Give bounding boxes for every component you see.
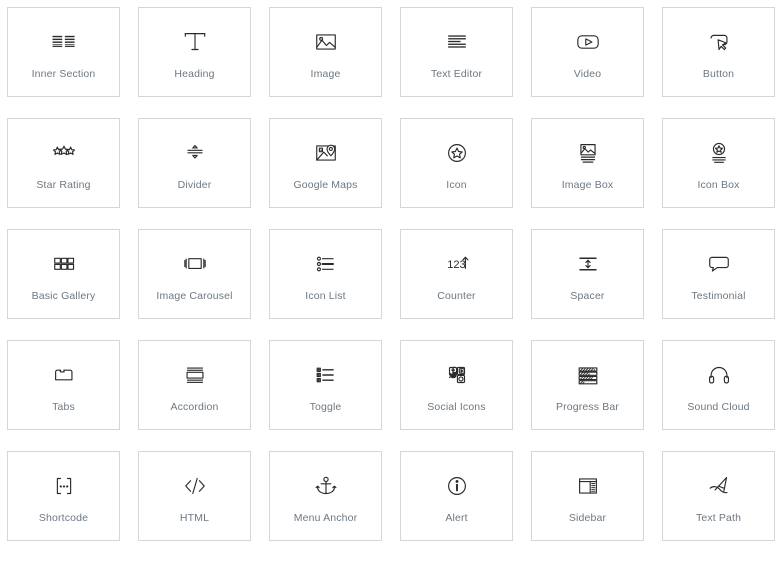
- speech-bubble-icon: [702, 247, 736, 281]
- anchor-icon: [309, 469, 343, 503]
- svg-text:123: 123: [447, 258, 465, 270]
- grid-squares-icon: [47, 247, 81, 281]
- widget-label: Inner Section: [31, 67, 96, 80]
- widget-card-divider[interactable]: Divider: [138, 118, 251, 208]
- widget-card-heading[interactable]: Heading: [138, 7, 251, 97]
- widget-label: Image Box: [561, 178, 614, 191]
- widget-label: Star Rating: [36, 178, 91, 191]
- headphones-icon: [702, 358, 736, 392]
- info-circle-icon: [440, 469, 474, 503]
- button-cursor-icon: [702, 25, 736, 59]
- widget-card-accordion[interactable]: Accordion: [138, 340, 251, 430]
- widget-card-button[interactable]: Button: [662, 7, 775, 97]
- widget-card-image-box[interactable]: Image Box: [531, 118, 644, 208]
- widget-card-html[interactable]: HTML: [138, 451, 251, 541]
- widget-label: Basic Gallery: [31, 289, 96, 302]
- widget-card-icon-box[interactable]: Icon Box: [662, 118, 775, 208]
- widget-card-progress-bar[interactable]: Progress Bar: [531, 340, 644, 430]
- widget-label: Progress Bar: [555, 400, 620, 413]
- social-networks-icon: [440, 358, 474, 392]
- widget-label: Icon: [446, 178, 467, 191]
- widget-label: Sidebar: [568, 511, 607, 524]
- widget-label: Testimonial: [691, 289, 746, 302]
- widget-label: Accordion: [170, 400, 219, 413]
- widget-card-tabs[interactable]: Tabs: [7, 340, 120, 430]
- map-pin-icon: [309, 136, 343, 170]
- text-lines-icon: [440, 25, 474, 59]
- widget-card-inner-section[interactable]: Inner Section: [7, 7, 120, 97]
- widget-card-toggle[interactable]: Toggle: [269, 340, 382, 430]
- widget-card-image-carousel[interactable]: Image Carousel: [138, 229, 251, 319]
- widget-grid: Inner Section Heading Image Text Editor …: [0, 0, 778, 562]
- toggle-plus-list-icon: [309, 358, 343, 392]
- widget-card-basic-gallery[interactable]: Basic Gallery: [7, 229, 120, 319]
- widget-card-video[interactable]: Video: [531, 7, 644, 97]
- widget-card-image[interactable]: Image: [269, 7, 382, 97]
- widget-card-text-path[interactable]: Text Path: [662, 451, 775, 541]
- widget-label: Sound Cloud: [687, 400, 750, 413]
- star-circle-with-lines-icon: [702, 136, 736, 170]
- widget-label: Video: [573, 67, 602, 80]
- three-stars-icon: [47, 136, 81, 170]
- widget-label: Icon Box: [697, 178, 740, 191]
- widget-label: Heading: [174, 67, 215, 80]
- widget-card-sound-cloud[interactable]: Sound Cloud: [662, 340, 775, 430]
- spacer-updown-arrow-icon: [571, 247, 605, 281]
- code-angle-brackets-icon: [178, 469, 212, 503]
- widget-label: Icon List: [305, 289, 346, 302]
- widget-card-google-maps[interactable]: Google Maps: [269, 118, 382, 208]
- sidebar-layout-icon: [571, 469, 605, 503]
- text-path-pen-icon: [702, 469, 736, 503]
- widget-card-text-editor[interactable]: Text Editor: [400, 7, 513, 97]
- widget-card-icon-list[interactable]: Icon List: [269, 229, 382, 319]
- widget-card-icon[interactable]: Icon: [400, 118, 513, 208]
- video-play-icon: [571, 25, 605, 59]
- widget-label: Image Carousel: [156, 289, 233, 302]
- widget-card-spacer[interactable]: Spacer: [531, 229, 644, 319]
- inner-section-icon: [47, 25, 81, 59]
- widget-label: Spacer: [570, 289, 605, 302]
- widget-label: Tabs: [52, 400, 75, 413]
- divider-arrows-icon: [178, 136, 212, 170]
- image-with-lines-icon: [571, 136, 605, 170]
- widget-card-testimonial[interactable]: Testimonial: [662, 229, 775, 319]
- star-in-circle-icon: [440, 136, 474, 170]
- widget-label: Text Editor: [430, 67, 483, 80]
- widget-label: Menu Anchor: [293, 511, 358, 524]
- widget-label: Toggle: [309, 400, 342, 413]
- widget-label: Google Maps: [293, 178, 358, 191]
- widget-card-social-icons[interactable]: Social Icons: [400, 340, 513, 430]
- widget-label: Text Path: [695, 511, 742, 524]
- widget-card-counter[interactable]: 123 Counter: [400, 229, 513, 319]
- counter-123-arrow-icon: 123: [440, 247, 474, 281]
- widget-card-sidebar[interactable]: Sidebar: [531, 451, 644, 541]
- widget-label: Social Icons: [427, 400, 486, 413]
- folder-tabs-icon: [47, 358, 81, 392]
- shortcode-brackets-icon: [47, 469, 81, 503]
- image-picture-icon: [309, 25, 343, 59]
- widget-card-menu-anchor[interactable]: Menu Anchor: [269, 451, 382, 541]
- widget-label: Divider: [177, 178, 212, 191]
- widget-label: HTML: [179, 511, 210, 524]
- widget-label: Shortcode: [38, 511, 89, 524]
- widget-card-star-rating[interactable]: Star Rating: [7, 118, 120, 208]
- widget-label: Image: [310, 67, 341, 80]
- widget-card-alert[interactable]: Alert: [400, 451, 513, 541]
- accordion-panel-icon: [178, 358, 212, 392]
- heading-t-icon: [178, 25, 212, 59]
- widget-label: Alert: [445, 511, 468, 524]
- progress-bars-icon: [571, 358, 605, 392]
- widget-card-shortcode[interactable]: Shortcode: [7, 451, 120, 541]
- widget-label: Counter: [437, 289, 476, 302]
- bullet-list-icon: [309, 247, 343, 281]
- widget-label: Button: [702, 67, 735, 80]
- carousel-frame-icon: [178, 247, 212, 281]
